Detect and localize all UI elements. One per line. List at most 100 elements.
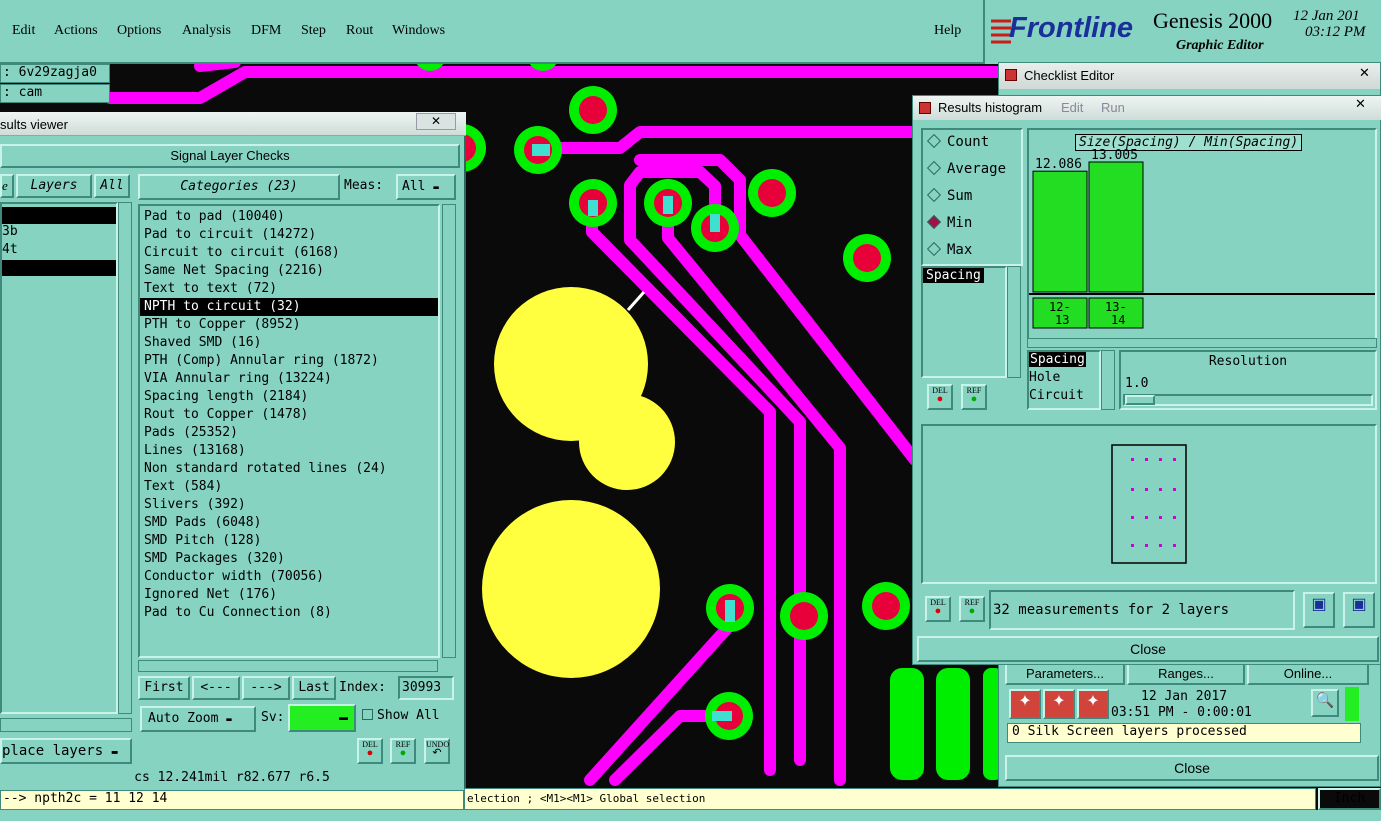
ref-button[interactable]: REF ● [390,738,416,764]
measure-list-item[interactable]: Spacing [923,268,984,283]
sv-color-dropdown[interactable]: ▬ [288,704,356,732]
category-item[interactable]: Lines (13168) [140,442,438,460]
ref-button[interactable]: REF ● [959,596,985,622]
import-icon[interactable]: ▣ [1343,592,1375,628]
category-item[interactable]: VIA Annular ring (13224) [140,370,438,388]
del-button[interactable]: DEL ● [925,596,951,622]
layer-item[interactable]: 4t [2,242,116,260]
checklist-close-button[interactable]: Close [1005,755,1379,781]
category-item[interactable]: Conductor width (70056) [140,568,438,586]
parameters-button[interactable]: Parameters... [1005,663,1125,685]
layer-scrollbar[interactable] [118,202,132,714]
measure-list-scrollbar[interactable] [1007,266,1021,378]
run-all-icon[interactable]: ✦ [1043,689,1075,719]
chart-hscrollbar[interactable] [1027,338,1377,348]
layer-item[interactable]: 3b [2,224,116,242]
prev-button[interactable]: <--- [192,676,240,700]
menu-help[interactable]: Help [934,23,961,39]
category-item[interactable]: Pad to circuit (14272) [140,226,438,244]
menu-rout[interactable]: Rout [346,23,373,39]
del-button[interactable]: DEL ● [357,738,383,764]
close-icon[interactable]: ✕ [1355,96,1366,112]
category-item[interactable]: Slivers (392) [140,496,438,514]
slider-thumb[interactable] [1125,395,1155,405]
menu-dfm[interactable]: DFM [251,23,281,39]
logo-date: 12 Jan 201 [1293,8,1360,24]
menu-edit[interactable]: Edit [12,23,35,39]
stat-min[interactable]: Min [926,214,972,231]
type-item[interactable]: Spacing [1029,352,1099,370]
stat-sum[interactable]: Sum [926,187,972,204]
category-item[interactable]: Shaved SMD (16) [140,334,438,352]
layer-item-selected[interactable] [2,207,116,224]
category-item[interactable]: PTH (Comp) Annular ring (1872) [140,352,438,370]
stat-count[interactable]: Count [926,133,989,150]
menu-analysis[interactable]: Analysis [182,23,231,39]
undo-button[interactable]: UNDO ↶ [424,738,450,764]
histogram-close-button[interactable]: Close [917,636,1379,662]
menu-step[interactable]: Step [301,23,326,39]
job-user: : cam [0,84,110,103]
layer-hscrollbar[interactable] [0,718,132,732]
red-dot-icon: ● [934,605,942,617]
categories-scrollbar[interactable] [442,204,456,658]
online-button[interactable]: Online... [1247,663,1369,685]
ranges-button[interactable]: Ranges... [1127,663,1245,685]
layers-all-button[interactable]: All [94,174,130,198]
next-button[interactable]: ---> [242,676,290,700]
del-button[interactable]: DEL ● [927,384,953,410]
menu-actions[interactable]: Actions [54,23,98,39]
category-item[interactable]: Text to text (72) [140,280,438,298]
category-item[interactable]: Text (584) [140,478,438,496]
category-item[interactable]: PTH to Copper (8952) [140,316,438,334]
categories-button[interactable]: Categories (23) [138,174,340,200]
category-item[interactable]: SMD Packages (320) [140,550,438,568]
job-name: : 6v29zagja0 [0,64,110,83]
menu-options[interactable]: Options [117,23,161,39]
first-button[interactable]: First [138,676,190,700]
auto-zoom-button[interactable]: Auto Zoom ▬ [140,706,256,732]
histogram-bar[interactable] [1032,170,1088,293]
category-item[interactable]: Pad to Cu Connection (8) [140,604,438,622]
export-icon[interactable]: ▣ [1303,592,1335,628]
category-item[interactable]: Same Net Spacing (2216) [140,262,438,280]
category-item[interactable]: Non standard rotated lines (24) [140,460,438,478]
meas-dropdown[interactable]: All ▬ [396,174,456,200]
index-input[interactable]: 30993 [398,676,454,700]
units-button[interactable]: Inch [1318,788,1381,810]
e-button[interactable]: e [0,174,14,198]
layers-button[interactable]: Layers [16,174,92,198]
layer-item-selected[interactable] [2,260,116,276]
category-item[interactable]: Pads (25352) [140,424,438,442]
category-item[interactable]: SMD Pitch (128) [140,532,438,550]
menu-edit[interactable]: Edit [1061,100,1083,115]
type-item[interactable]: Circuit [1029,388,1099,406]
last-button[interactable]: Last [292,676,336,700]
categories-hscrollbar[interactable] [138,660,438,672]
ref-button[interactable]: REF ● [961,384,987,410]
run-selected-icon[interactable]: ✦ [1077,689,1109,719]
category-item[interactable]: SMD Pads (6048) [140,514,438,532]
category-item[interactable]: Pad to pad (10040) [140,208,438,226]
command-line[interactable]: --> npth2c = 11 12 14 [0,790,464,810]
type-list-scrollbar[interactable] [1101,350,1115,410]
category-item[interactable]: Circuit to circuit (6168) [140,244,438,262]
menu-windows[interactable]: Windows [392,23,445,39]
show-all-checkbox[interactable] [362,709,373,720]
place-layers-button[interactable]: place layers ▬ [0,738,132,764]
run-icon[interactable]: ✦ [1009,689,1041,719]
category-item-selected[interactable]: NPTH to circuit (32) [140,298,438,316]
close-window-button[interactable]: ✕ [416,113,456,130]
resolution-slider[interactable] [1123,394,1373,406]
category-item[interactable]: Spacing length (2184) [140,388,438,406]
category-item[interactable]: Ignored Net (176) [140,586,438,604]
stat-average[interactable]: Average [926,160,1006,177]
close-icon[interactable]: ✕ [1359,65,1370,81]
category-item[interactable]: Rout to Copper (1478) [140,406,438,424]
menu-run[interactable]: Run [1101,100,1125,115]
stat-max[interactable]: Max [926,241,972,258]
histogram-bar[interactable] [1088,161,1144,293]
zoom-icon[interactable]: 🔍 [1311,689,1339,717]
type-item[interactable]: Hole [1029,370,1099,388]
product-subtitle: Graphic Editor [1176,38,1264,53]
